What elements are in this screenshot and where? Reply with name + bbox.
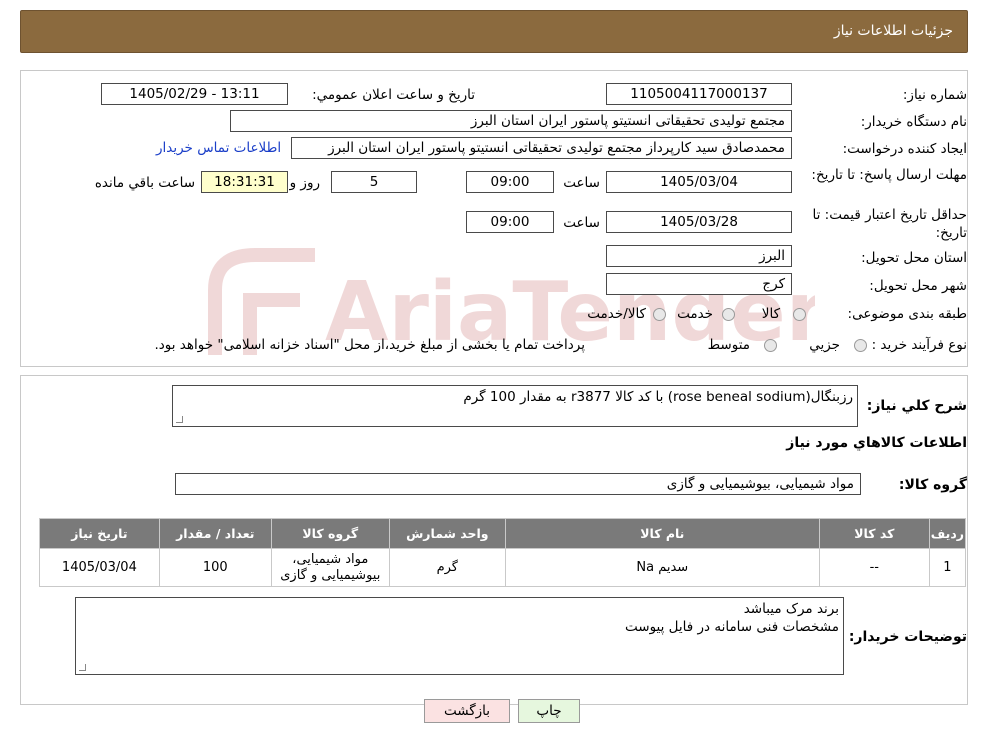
cell-quantity: 100 bbox=[158, 548, 272, 587]
cell-goods-group: مواد شیمیایی، بیوشیمیایی و گازی bbox=[270, 548, 390, 587]
days-field: 5 bbox=[331, 171, 417, 193]
creator-label: ايجاد کننده درخواست: bbox=[842, 141, 967, 157]
page-header: جزئیات اطلاعات نیاز bbox=[20, 10, 968, 53]
announce-label: تاريخ و ساعت اعلان عمومي: bbox=[312, 87, 475, 103]
process-label: نوع فرآيند خريد : bbox=[871, 337, 967, 353]
announce-field: 1405/02/29 - 13:11 bbox=[101, 83, 288, 105]
creator-field: محمدصادق سید کارپرداز مجتمع تولیدی تحقیق… bbox=[291, 137, 792, 159]
remaining-time-field: 18:31:31 bbox=[201, 171, 288, 193]
print-button[interactable]: چاپ bbox=[518, 699, 580, 723]
need-description-field: رزبنگال(rose beneal sodium) با کد کالا r… bbox=[172, 385, 858, 427]
buyer-contact-link[interactable]: اطلاعات تماس خريدار bbox=[156, 140, 281, 156]
col-goods-group: گروه کالا bbox=[270, 518, 390, 549]
process-radio-minor[interactable] bbox=[854, 339, 867, 352]
col-quantity: تعداد / مقدار bbox=[158, 518, 272, 549]
process-note: پرداخت تمام یا بخشی از مبلغ خرید،از محل … bbox=[154, 337, 585, 353]
need-number-field: 1105004117000137 bbox=[606, 83, 792, 105]
category-radio-goods[interactable] bbox=[793, 308, 806, 321]
back-button[interactable]: بازگشت bbox=[424, 699, 510, 723]
buyer-notes-line-2: مشخصات فنی سامانه در فایل پیوست bbox=[625, 619, 839, 635]
buyer-notes-field: برند مرک میباشد مشخصات فنی سامانه در فای… bbox=[75, 597, 844, 675]
city-label: شهر محل تحويل: bbox=[869, 278, 967, 294]
remaining-label: ساعت باقي مانده bbox=[94, 175, 195, 191]
reply-date-field: 1405/03/04 bbox=[606, 171, 792, 193]
col-row-number: رديف bbox=[928, 518, 967, 549]
need-description-label: شرح کلي نياز: bbox=[866, 398, 967, 414]
reply-deadline-label: مهلت ارسال پاسخ: تا تاريخ: bbox=[811, 167, 967, 183]
col-need-date: تاريخ نياز bbox=[39, 518, 160, 549]
reply-time-label: ساعت bbox=[563, 175, 600, 191]
col-unit: واحد شمارش bbox=[388, 518, 506, 549]
resize-grip-icon[interactable] bbox=[176, 416, 183, 423]
cell-item-name: سدیم Na bbox=[504, 548, 820, 587]
page-title: جزئیات اطلاعات نیاز bbox=[833, 23, 953, 39]
table-row: 1 -- سدیم Na گرم مواد شیمیایی، بیوشیمیای… bbox=[39, 548, 967, 587]
cell-row-number: 1 bbox=[928, 548, 967, 587]
buyer-notes-label: توضيحات خريدار: bbox=[848, 629, 967, 645]
price-valid-label: حداقل تاريخ اعتبار قيمت: تا تاريخ: bbox=[812, 207, 967, 241]
category-radio-service[interactable] bbox=[722, 308, 735, 321]
table-header-row: رديف کد کالا نام کالا واحد شمارش گروه کا… bbox=[39, 518, 967, 549]
price-valid-time-label: ساعت bbox=[563, 215, 600, 231]
price-valid-date-field: 1405/03/28 bbox=[606, 211, 792, 233]
price-valid-time-field: 09:00 bbox=[466, 211, 554, 233]
reply-time-field: 09:00 bbox=[466, 171, 554, 193]
category-label: طبقه بندی موضوعی: bbox=[847, 306, 967, 322]
buyer-notes-line-1: برند مرک میباشد bbox=[743, 601, 839, 617]
cell-need-date: 1405/03/04 bbox=[39, 548, 160, 587]
items-section-title: اطلاعات کالاهاي مورد نياز bbox=[786, 435, 967, 451]
items-table: رديف کد کالا نام کالا واحد شمارش گروه کا… bbox=[39, 518, 967, 587]
buyer-org-field: مجتمع تولیدی تحقیقاتی انستیتو پاستور ایر… bbox=[230, 110, 792, 132]
buyer-org-label: نام دستگاه خريدار: bbox=[860, 114, 967, 130]
col-item-name: نام کالا bbox=[504, 518, 820, 549]
goods-group-field: مواد شیمیایی، بیوشیمیایی و گازی bbox=[175, 473, 861, 495]
city-field: کرج bbox=[606, 273, 792, 295]
process-option-minor: جزيي bbox=[809, 337, 840, 353]
days-label: روز و bbox=[289, 175, 320, 191]
process-option-medium: متوسط bbox=[707, 337, 750, 353]
process-radio-medium[interactable] bbox=[764, 339, 777, 352]
need-number-label: شماره نیاز: bbox=[902, 87, 967, 103]
need-description-text: رزبنگال(rose beneal sodium) با کد کالا r… bbox=[463, 389, 853, 405]
goods-group-label: گروه کالا: bbox=[898, 477, 967, 493]
col-item-code: کد کالا bbox=[818, 518, 930, 549]
cell-unit: گرم bbox=[388, 548, 506, 587]
category-option-goods: کالا bbox=[761, 306, 780, 322]
province-label: استان محل تحويل: bbox=[861, 250, 967, 266]
category-radio-goods-service[interactable] bbox=[653, 308, 666, 321]
resize-grip-icon[interactable] bbox=[79, 664, 86, 671]
cell-item-code: -- bbox=[818, 548, 930, 587]
province-field: البرز bbox=[606, 245, 792, 267]
category-option-service: خدمت bbox=[677, 306, 713, 322]
category-option-goods-service: کالا/خدمت bbox=[587, 306, 646, 322]
